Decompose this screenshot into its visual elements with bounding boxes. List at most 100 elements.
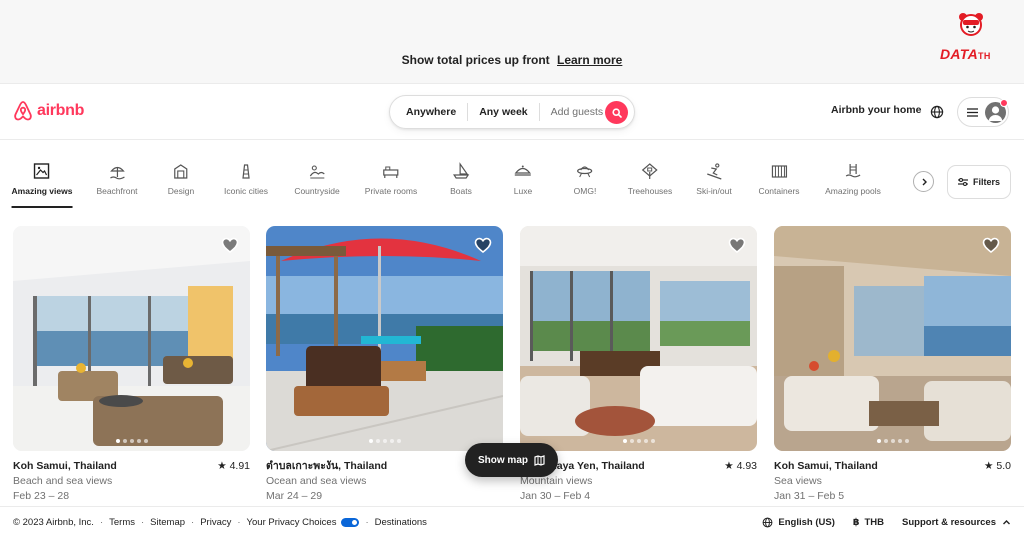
banner-text: Show total prices up front Learn more [0,53,1024,67]
category-ski-in-out[interactable]: Ski-in/out [696,162,732,196]
footer-link-privacy[interactable]: Privacy [200,517,231,528]
footer-settings: English (US) ฿ THB Support & resources [744,517,1011,528]
category-containers[interactable]: Containers [758,162,800,196]
filters-icon [957,177,968,187]
footer-link-privacy-choices[interactable]: Your Privacy Choices [247,517,337,528]
price-banner: Show total prices up front Learn more DA… [0,0,1024,84]
category-label: OMG! [573,186,597,196]
category-label: Amazing views [11,186,73,196]
listing-photo[interactable] [774,226,1011,451]
notification-dot [1000,99,1008,107]
search-any-week[interactable]: Any week [468,106,538,118]
chevron-up-icon [1003,520,1010,525]
categories-next-button[interactable] [913,171,934,192]
map-icon [534,454,545,466]
category-beachfront[interactable]: Beachfront [96,162,138,196]
chevron-right-icon [922,178,927,185]
language-label: English (US) [778,517,835,528]
category-label: Design [167,186,195,196]
beachfront-icon [109,166,125,180]
category-label: Amazing pools [825,186,881,196]
listing-dates: Jan 31 – Feb 5 [774,490,845,502]
copyright: © 2023 Airbnb, Inc. [13,517,94,528]
listing-location: Koh Samui, Thailand [774,460,878,472]
listing-dates: Feb 23 – 28 [13,490,70,502]
category-design[interactable]: Design [168,162,194,196]
listing-image [13,226,250,451]
luxe-icon [514,165,532,176]
currency-button[interactable]: ฿ THB [853,517,884,528]
search-add-guests[interactable]: Add guests [540,106,614,118]
learn-more-link[interactable]: Learn more [557,53,622,67]
category-amazing-pools[interactable]: Amazing pools [825,162,881,196]
category-omg[interactable]: OMG! [573,162,597,196]
category-label: Luxe [513,186,533,196]
category-iconic-cities[interactable]: Iconic cities [224,162,268,196]
footer-link-sitemap[interactable]: Sitemap [150,517,185,528]
category-private-rooms[interactable]: Private rooms [365,162,417,196]
heart-icon[interactable] [474,237,492,254]
category-label: Treehouses [627,186,673,196]
listing-dates: Jan 30 – Feb 4 [520,490,591,502]
listing-card[interactable]: Koh Samui, Thailand ★ 5.0 Sea views Jan … [774,226,1011,504]
amazing-views-icon [34,163,50,179]
rating-value: 5.0 [996,460,1011,472]
listing-photo[interactable] [13,226,250,451]
listing-description: Beach and sea views [13,475,113,487]
amazing-pools-icon [845,164,861,178]
logo-text: airbnb [37,102,85,119]
listing-info: Koh Samui, Thailand ★ 5.0 Sea views Jan … [774,459,1011,504]
containers-icon [771,165,787,178]
category-amazing-views[interactable]: Amazing views [11,162,73,208]
listing-description: Mountain views [520,475,593,487]
heart-icon[interactable] [982,237,1000,254]
filters-label: Filters [972,177,1000,187]
listing-info: Koh Samui, Thailand ★ 4.91 Beach and sea… [13,459,250,504]
show-map-button[interactable]: Show map [465,443,558,477]
category-countryside[interactable]: Countryside [294,162,340,196]
rating-value: 4.91 [229,460,250,472]
category-label: Boats [450,186,472,196]
category-label: Ski-in/out [696,186,732,196]
language-button[interactable]: English (US) [762,517,835,528]
search-anywhere[interactable]: Anywhere [390,106,467,118]
mascot-icon [959,13,983,36]
listing-photo[interactable] [520,226,757,451]
filters-button[interactable]: Filters [947,165,1011,199]
boats-icon [452,162,470,179]
currency-label: THB [864,517,885,528]
datath-watermark: DATATH [940,12,1002,68]
listing-rating: ★ 4.93 [724,460,757,472]
active-underline [11,206,73,208]
photo-dots [266,439,503,443]
category-label: Countryside [294,186,340,196]
category-label: Containers [758,186,800,196]
listing-photo[interactable] [266,226,503,451]
support-resources-button[interactable]: Support & resources [902,517,1011,528]
listing-image [520,226,757,451]
category-luxe[interactable]: Luxe [514,162,532,196]
heart-icon[interactable] [221,237,239,254]
category-treehouses[interactable]: Treehouses [627,162,673,196]
airbnb-logo[interactable]: airbnb [13,100,84,122]
search-icon [611,107,622,118]
listing-dates: Mar 24 – 29 [266,490,323,502]
airbnb-your-home-link[interactable]: Airbnb your home [831,104,921,116]
listing-description: Ocean and sea views [266,475,367,487]
listing-image [266,226,503,451]
category-label: Beachfront [96,186,138,196]
listing-rating: ★ 4.91 [217,460,250,472]
globe-icon[interactable] [930,105,944,119]
category-label: Iconic cities [224,186,268,196]
search-bar[interactable]: Anywhere Any week Add guests [389,95,635,129]
show-map-label: Show map [477,454,528,466]
footer-links: © 2023 Airbnb, Inc. · Terms · Sitemap · … [13,517,427,528]
heart-icon[interactable] [728,237,746,254]
footer-link-destinations[interactable]: Destinations [375,517,427,528]
search-button[interactable] [605,101,628,124]
user-menu-button[interactable] [957,97,1009,127]
footer-link-terms[interactable]: Terms [109,517,135,528]
listing-card[interactable]: Koh Samui, Thailand ★ 4.91 Beach and sea… [13,226,250,504]
rating-value: 4.93 [736,460,757,472]
category-boats[interactable]: Boats [450,162,472,196]
